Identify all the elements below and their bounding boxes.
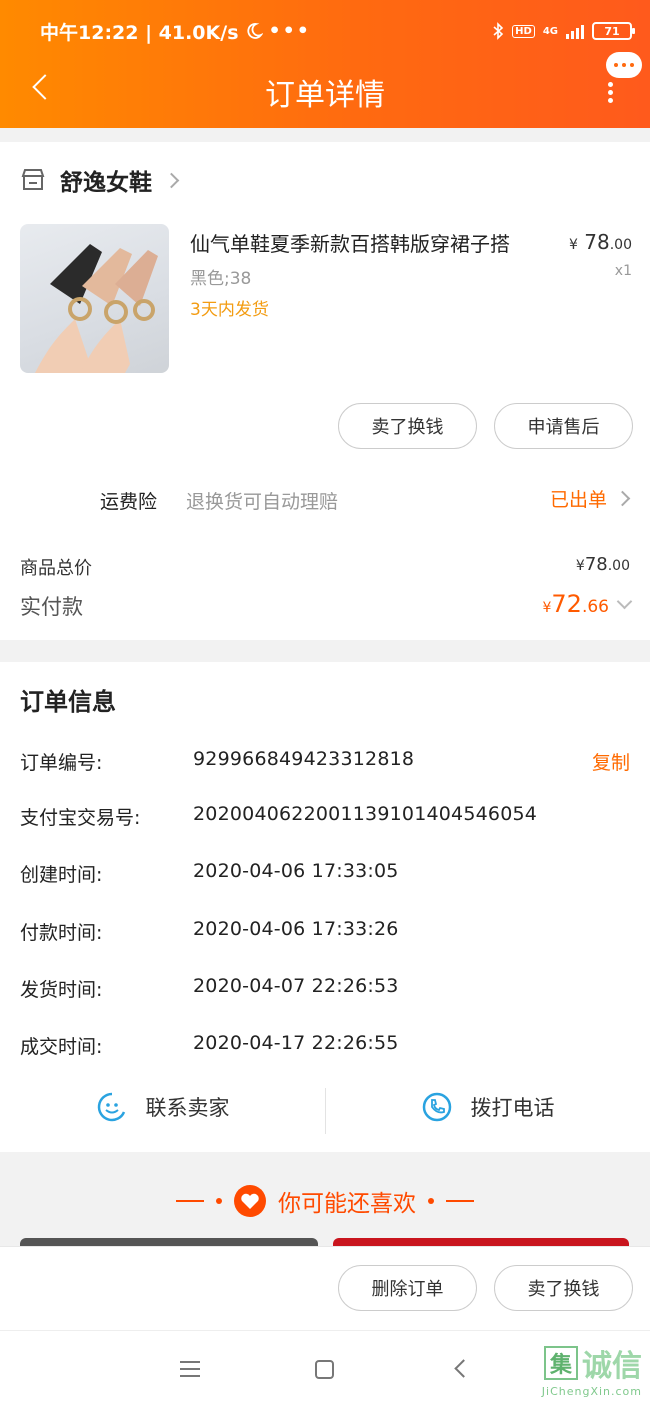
goods-integer: 78 xyxy=(584,554,608,575)
shop-link[interactable]: 舒逸女鞋 xyxy=(20,162,180,198)
chevron-down-icon xyxy=(616,593,633,609)
network-label: 4G xyxy=(542,25,558,37)
app-header: 中午12:22 | 41.0K/s ••• HD 4G 71 订单详情 xyxy=(0,0,650,128)
menu-icon[interactable] xyxy=(180,1361,200,1377)
bottom-action-bar: 删除订单 卖了换钱 xyxy=(0,1246,650,1330)
info-row-alipay-no: 支付宝交易号: 2020040622001139101404546054 xyxy=(20,803,630,833)
price-currency: ¥ xyxy=(569,237,578,253)
system-nav-bar: 集 诚信 JiChengXin.com xyxy=(0,1330,650,1408)
info-row-paid-time: 付款时间: 2020-04-06 17:33:26 xyxy=(20,918,630,948)
watermark-url: JiChengXin.com xyxy=(541,1385,642,1398)
call-phone-button[interactable]: 拨打电话 xyxy=(325,1080,650,1134)
paid-integer: 72 xyxy=(551,590,582,618)
sell-button[interactable]: 卖了换钱 xyxy=(338,403,477,449)
goods-total-value: ¥78.00 xyxy=(576,554,630,575)
chat-smile-icon xyxy=(97,1092,125,1122)
price-decimal: .00 xyxy=(609,237,632,253)
more-menu-icon[interactable] xyxy=(608,82,614,103)
sell-button-bottom[interactable]: 卖了换钱 xyxy=(494,1265,633,1311)
info-label: 成交时间: xyxy=(20,1036,103,1058)
product-thumbnail[interactable] xyxy=(20,224,169,373)
copy-button[interactable]: 复制 xyxy=(592,748,630,775)
battery-level: 71 xyxy=(604,24,620,38)
bluetooth-icon xyxy=(493,22,504,40)
system-back-icon[interactable] xyxy=(454,1359,473,1378)
more-notifications-icon: ••• xyxy=(268,20,311,42)
order-info-card: 订单信息 订单编号: 929966849423312818 复制 支付宝交易号:… xyxy=(0,662,650,1152)
contact-seller-button[interactable]: 联系卖家 xyxy=(0,1080,325,1134)
order-info-title: 订单信息 xyxy=(20,688,116,716)
info-value: 2020-04-06 17:33:05 xyxy=(193,860,399,882)
info-row-order-no: 订单编号: 929966849423312818 复制 xyxy=(20,748,630,778)
insurance-desc: 退换货可自动理赔 xyxy=(186,491,339,513)
page-title: 订单详情 xyxy=(265,78,385,113)
insurance-label: 运费险 xyxy=(100,491,158,513)
watermark: 集 诚信 JiChengXin.com xyxy=(542,1341,642,1398)
goods-total-label: 商品总价 xyxy=(20,558,92,579)
info-value: 2020040622001139101404546054 xyxy=(193,803,538,825)
chevron-right-icon xyxy=(614,490,631,507)
info-value: 2020-04-07 22:26:53 xyxy=(193,975,399,997)
order-product-card: 舒逸女鞋 仙气单鞋夏季新款百搭韩版穿裙子搭 ¥ 78.00 黑色;38 x1 3… xyxy=(0,142,650,640)
recommend-section: 你可能还喜欢 xyxy=(0,1152,650,1248)
signal-icon xyxy=(566,23,584,39)
goods-decimal: .00 xyxy=(607,558,630,574)
contact-seller-label: 联系卖家 xyxy=(145,1096,230,1120)
watermark-logo: 集 xyxy=(544,1346,578,1380)
hd-badge: HD xyxy=(512,24,535,38)
product-price: ¥ 78.00 xyxy=(569,230,632,254)
shop-name: 舒逸女鞋 xyxy=(60,170,152,196)
after-sale-button[interactable]: 申请售后 xyxy=(494,403,633,449)
info-label: 订单编号: xyxy=(20,752,103,774)
product-title[interactable]: 仙气单鞋夏季新款百搭韩版穿裙子搭 xyxy=(190,228,550,257)
info-value: 929966849423312818 xyxy=(193,748,415,770)
chevron-right-icon xyxy=(163,172,180,188)
info-label: 发货时间: xyxy=(20,979,103,1001)
shoe-image xyxy=(35,244,158,373)
info-label: 付款时间: xyxy=(20,922,103,944)
info-value: 2020-04-06 17:33:26 xyxy=(193,918,399,940)
store-icon xyxy=(21,169,45,190)
status-bar: 中午12:22 | 41.0K/s ••• HD 4G 71 xyxy=(40,18,635,44)
recommend-title-text: 你可能还喜欢 xyxy=(278,1191,416,1217)
decor-line xyxy=(176,1200,204,1202)
price-integer: 78 xyxy=(584,230,610,254)
insurance-status-text: 已出单 xyxy=(549,489,607,511)
product-quantity: x1 xyxy=(614,263,632,279)
goods-currency: ¥ xyxy=(575,558,585,574)
product-spec: 黑色;38 xyxy=(190,269,252,289)
decor-dot xyxy=(216,1198,222,1204)
info-value: 2020-04-17 22:26:55 xyxy=(193,1032,399,1054)
home-icon[interactable] xyxy=(315,1360,334,1379)
phone-icon xyxy=(422,1092,451,1122)
heart-icon xyxy=(234,1185,266,1217)
call-phone-label: 拨打电话 xyxy=(470,1096,555,1120)
moon-icon xyxy=(246,23,263,39)
paid-amount[interactable]: ¥72.66 xyxy=(542,590,633,618)
decor-dot xyxy=(428,1198,434,1204)
insurance-status[interactable]: 已出单 xyxy=(549,485,631,512)
info-label: 支付宝交易号: xyxy=(20,807,141,829)
status-time-speed: 中午12:22 | 41.0K/s xyxy=(40,21,239,44)
info-row-shipped-time: 发货时间: 2020-04-07 22:26:53 xyxy=(20,975,630,1005)
message-bubble-icon[interactable] xyxy=(606,52,642,78)
delete-order-button[interactable]: 删除订单 xyxy=(338,1265,477,1311)
info-row-completed-time: 成交时间: 2020-04-17 22:26:55 xyxy=(20,1032,630,1062)
nav-bar: 订单详情 xyxy=(0,52,650,118)
decor-line xyxy=(446,1200,474,1202)
watermark-text: 诚信 xyxy=(582,1349,642,1384)
shipping-note: 3天内发货 xyxy=(190,300,269,320)
battery-icon: 71 xyxy=(592,22,635,40)
info-label: 创建时间: xyxy=(20,864,103,886)
recommend-title: 你可能还喜欢 xyxy=(0,1184,650,1218)
info-row-created: 创建时间: 2020-04-06 17:33:05 xyxy=(20,860,630,890)
paid-label: 实付款 xyxy=(20,595,83,619)
paid-decimal: .66 xyxy=(581,597,609,617)
